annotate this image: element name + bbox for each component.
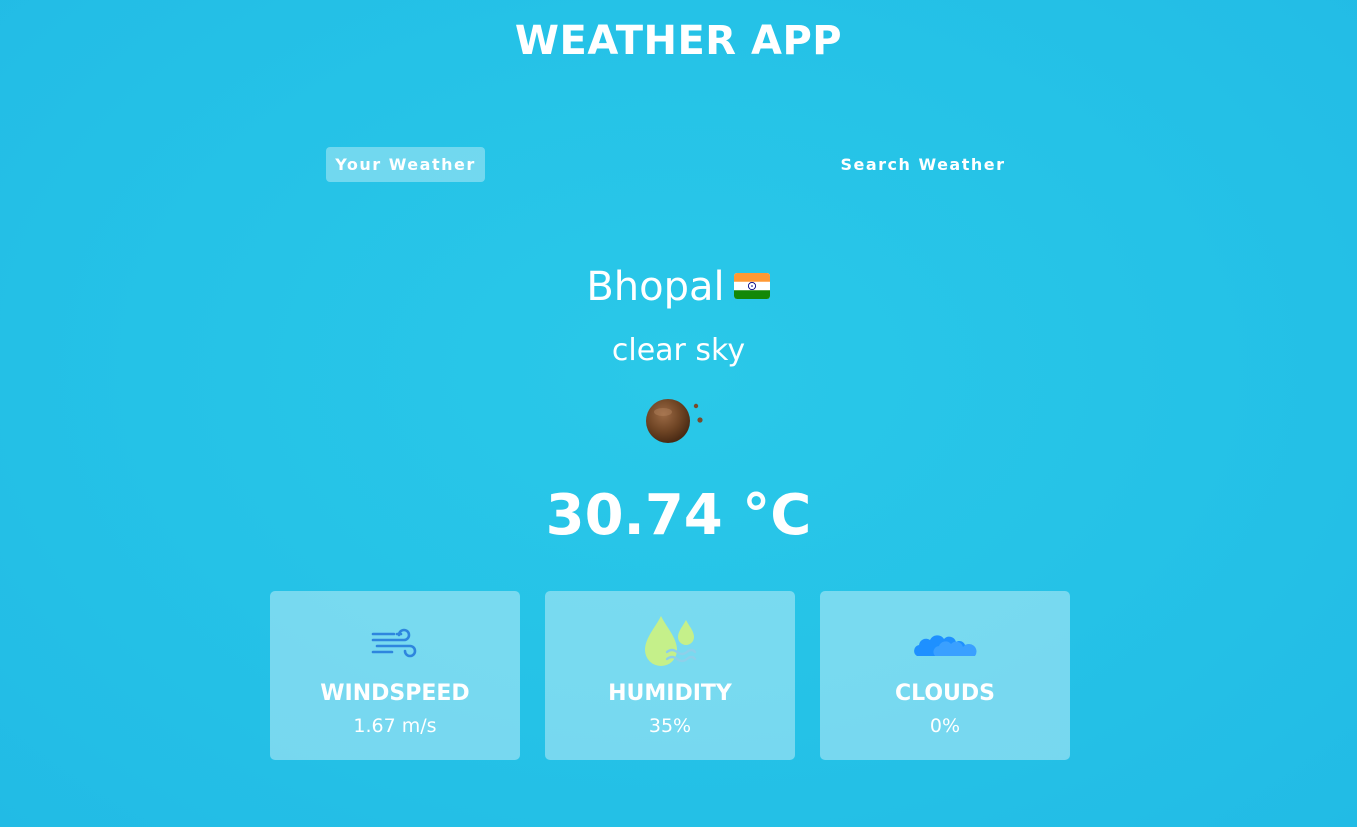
humidity-card: HUMIDITY 35%: [545, 591, 795, 760]
india-flag-icon: [733, 273, 770, 299]
cloud-icon: [914, 635, 977, 656]
clouds-card: CLOUDS 0%: [820, 591, 1070, 760]
humidity-icon: [645, 616, 697, 666]
city-heading: Bhopal: [0, 260, 1357, 314]
clouds-value: 0%: [929, 715, 961, 737]
app-title: WEATHER APP: [514, 18, 843, 64]
clouds-label: CLOUDS: [894, 681, 996, 706]
tab-search-weather[interactable]: Search Weather: [833, 147, 1013, 182]
humidity-label: HUMIDITY: [608, 681, 732, 706]
windspeed-value: 1.67 m/s: [353, 715, 437, 737]
humidity-value: 35%: [648, 715, 692, 737]
windspeed-label: WINDSPEED: [320, 681, 470, 706]
clear-sky-icon: [646, 399, 703, 443]
wind-icon: [371, 628, 417, 658]
weather-description: clear sky: [611, 333, 746, 368]
temperature-value: 30.74 °C: [545, 483, 812, 548]
tab-your-weather[interactable]: Your Weather: [326, 147, 485, 182]
city-name: Bhopal: [586, 264, 725, 310]
windspeed-card: WINDSPEED 1.67 m/s: [270, 591, 520, 760]
